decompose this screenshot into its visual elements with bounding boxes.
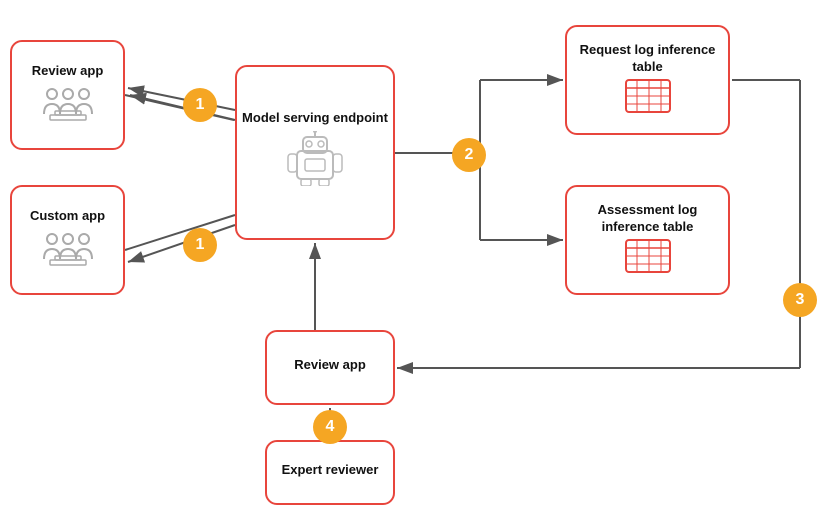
badge-3: 3 xyxy=(783,283,817,317)
review-app-top-left: Review app xyxy=(10,40,125,150)
users-icon-custom xyxy=(42,229,94,272)
diagram-container: Review app Custom app xyxy=(0,0,830,523)
assessment-log-label: Assessment log inference table xyxy=(567,202,728,236)
custom-app-left: Custom app xyxy=(10,185,125,295)
review-app-bottom-center: Review app xyxy=(265,330,395,405)
badge-4: 4 xyxy=(313,410,347,444)
badge-1-top: 1 xyxy=(183,88,217,122)
assessment-log-inference-table: Assessment log inference table xyxy=(565,185,730,295)
request-log-label: Request log inference table xyxy=(567,42,728,76)
badge-2: 2 xyxy=(452,138,486,172)
expert-reviewer-label: Expert reviewer xyxy=(282,462,379,479)
table-icon-request xyxy=(625,79,671,118)
model-serving-label: Model serving endpoint xyxy=(242,110,388,127)
custom-app-label: Custom app xyxy=(30,208,105,225)
review-app-tl-label: Review app xyxy=(32,63,104,80)
users-icon-tl xyxy=(42,84,94,127)
badge-1-bottom: 1 xyxy=(183,228,217,262)
review-app-bc-label: Review app xyxy=(294,357,366,374)
table-icon-assessment xyxy=(625,239,671,278)
robot-icon xyxy=(285,131,345,195)
expert-reviewer-box: Expert reviewer xyxy=(265,440,395,505)
request-log-inference-table: Request log inference table xyxy=(565,25,730,135)
model-serving-endpoint: Model serving endpoint xyxy=(235,65,395,240)
